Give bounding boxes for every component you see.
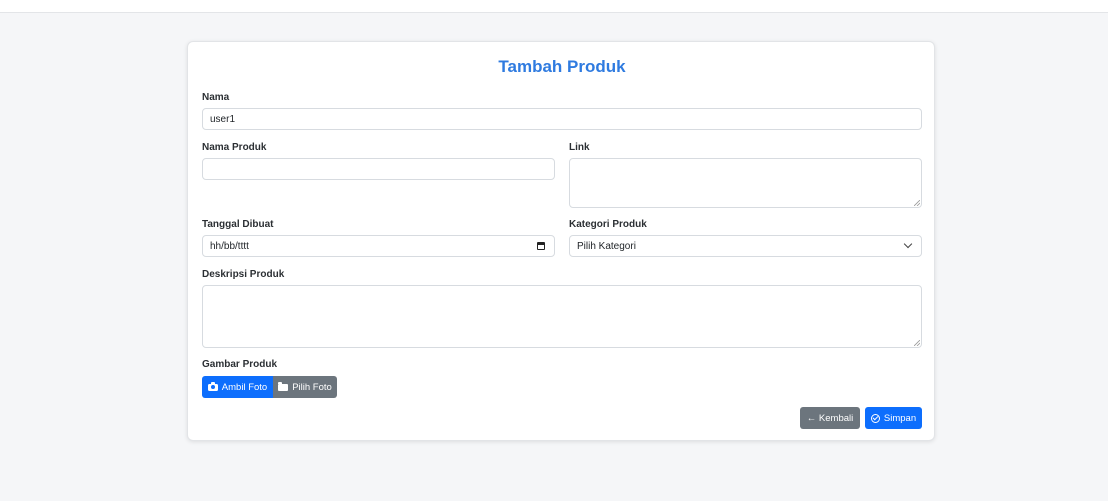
link-textarea[interactable] — [569, 158, 922, 208]
nama-label: Nama — [202, 92, 230, 103]
link-label: Link — [569, 142, 590, 153]
tanggal-dibuat-input[interactable]: hh/bb/tttt — [202, 235, 555, 257]
kembali-label: ← Kembali — [806, 412, 854, 424]
add-product-form-card: Tambah Produk Nama Nama Produk Link Tang… — [187, 41, 935, 441]
check-circle-icon — [870, 413, 880, 423]
gambar-produk-label: Gambar Produk — [202, 359, 278, 370]
tanggal-dibuat-placeholder: hh/bb/tttt — [210, 240, 249, 252]
deskripsi-produk-textarea[interactable] — [202, 285, 922, 348]
top-navbar — [0, 0, 1108, 13]
kategori-produk-selected: Pilih Kategori — [577, 240, 636, 252]
nama-produk-input[interactable] — [202, 158, 555, 180]
tanggal-dibuat-label: Tanggal Dibuat — [202, 219, 274, 230]
camera-icon — [207, 381, 218, 391]
kategori-produk-select[interactable]: Pilih Kategori — [569, 235, 922, 257]
ambil-foto-button[interactable]: Ambil Foto — [202, 376, 273, 398]
ambil-foto-label: Ambil Foto — [221, 381, 268, 393]
kategori-produk-label: Kategori Produk — [569, 219, 647, 230]
pilih-foto-button[interactable]: Pilih Foto — [273, 376, 337, 398]
folder-icon — [278, 382, 289, 391]
pilih-foto-label: Pilih Foto — [292, 381, 332, 393]
simpan-label: Simpan — [883, 412, 917, 424]
simpan-button[interactable]: Simpan — [865, 407, 922, 429]
deskripsi-produk-label: Deskripsi Produk — [202, 269, 285, 280]
deskripsi-textarea-wrapper — [202, 285, 922, 348]
chevron-down-icon — [903, 239, 913, 249]
link-textarea-wrapper — [569, 158, 922, 208]
page-title: Tambah Produk — [498, 57, 626, 76]
nama-input[interactable] — [202, 108, 922, 130]
nama-produk-label: Nama Produk — [202, 142, 267, 153]
kembali-button[interactable]: ← Kembali — [800, 407, 860, 429]
calendar-icon[interactable] — [537, 242, 545, 250]
